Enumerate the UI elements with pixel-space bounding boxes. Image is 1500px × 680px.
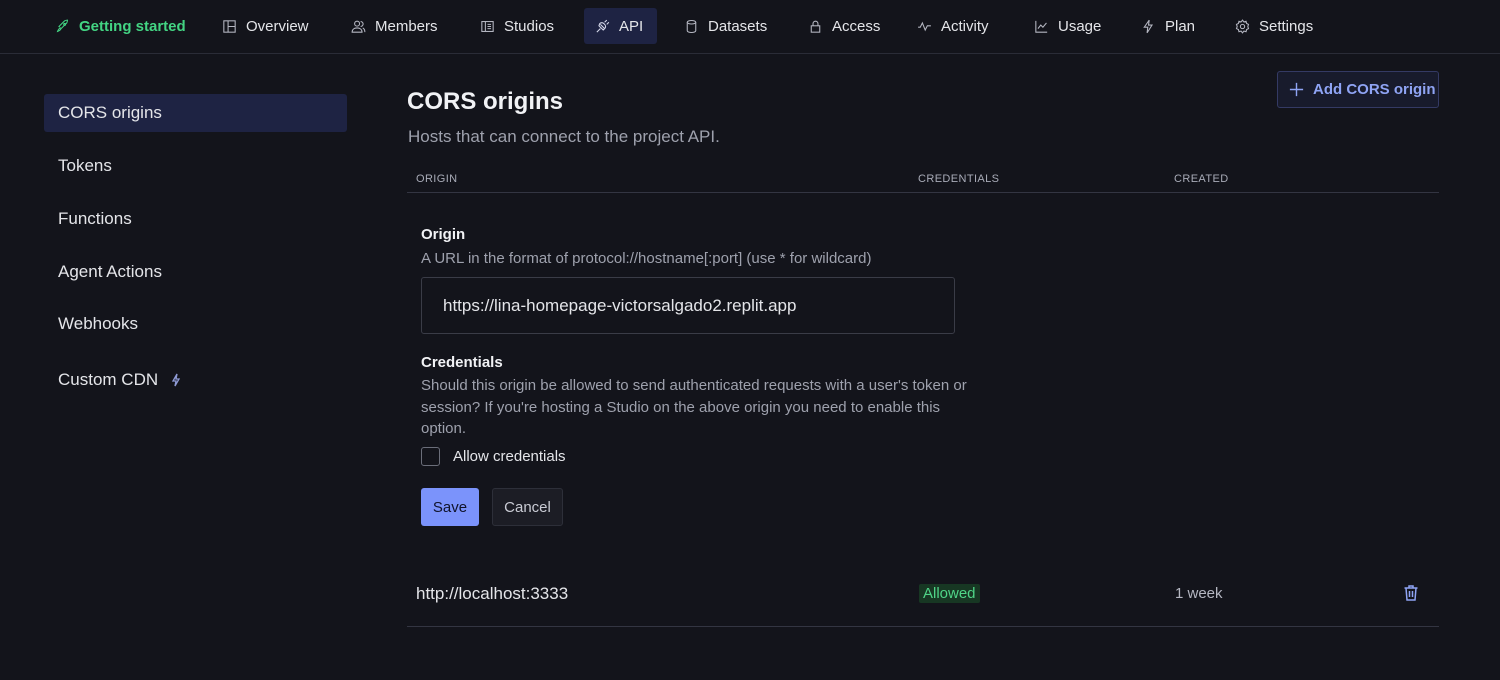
nav-label: Datasets: [708, 17, 768, 35]
plug-icon: [596, 19, 610, 33]
sidebar-item-tokens[interactable]: Tokens: [44, 147, 347, 185]
row-origin: http://localhost:3333: [416, 584, 569, 603]
dashboard-icon: [223, 19, 236, 33]
chart-icon: [1035, 20, 1048, 33]
plus-icon: [1289, 82, 1304, 97]
page-title: CORS origins: [407, 88, 564, 115]
row-created: 1 week: [1175, 585, 1223, 602]
nav-label: Getting started: [79, 17, 186, 35]
nav-label: Settings: [1259, 17, 1314, 35]
sidebar-item-functions[interactable]: Functions: [44, 200, 347, 238]
sidebar-item-label: Agent Actions: [58, 262, 162, 281]
rocket-icon: [56, 19, 68, 32]
sidebar-item-label: CORS origins: [58, 103, 162, 122]
credentials-description-line-2: session? If you're hosting a Studio on t…: [421, 399, 941, 416]
allow-credentials-checkbox[interactable]: [421, 447, 440, 466]
activity-icon: [918, 21, 931, 31]
delete-origin-button[interactable]: [1401, 583, 1421, 603]
nav-access[interactable]: Access: [797, 8, 890, 44]
credentials-description-line-1: Should this origin be allowed to send au…: [421, 377, 967, 394]
page-subtitle: Hosts that can connect to the project AP…: [408, 127, 720, 146]
cancel-button[interactable]: Cancel: [492, 488, 563, 526]
trash-icon: [1404, 585, 1418, 601]
sidebar-item-label: Webhooks: [58, 314, 139, 333]
nav-activity[interactable]: Activity: [906, 8, 999, 44]
allow-credentials-label[interactable]: Allow credentials: [453, 448, 566, 465]
nav-datasets[interactable]: Datasets: [673, 8, 777, 44]
credentials-description-line-3: option.: [421, 420, 467, 437]
sidebar-item-custom-cdn[interactable]: Custom CDN: [44, 361, 347, 399]
lock-icon: [810, 20, 821, 33]
bolt-icon: [172, 373, 181, 387]
nav-usage[interactable]: Usage: [1023, 8, 1111, 44]
column-credentials: CREDENTIALS: [918, 173, 1000, 185]
nav-label: Activity: [941, 17, 989, 35]
sidebar-item-webhooks[interactable]: Webhooks: [44, 305, 347, 343]
column-origin: ORIGIN: [416, 173, 458, 185]
top-nav: Getting started Overview Members Studios…: [0, 0, 1500, 54]
nav-label: Studios: [504, 17, 555, 35]
nav-studios[interactable]: Studios: [469, 8, 564, 44]
database-icon: [686, 19, 697, 33]
table-header: ORIGIN CREDENTIALS CREATED: [407, 164, 1439, 193]
bolt-icon: [1143, 19, 1154, 33]
table-row: http://localhost:3333 Allowed 1 week: [407, 562, 1439, 627]
users-icon: [351, 20, 366, 33]
nav-label: Overview: [246, 17, 309, 35]
nav-getting-started[interactable]: Getting started: [44, 8, 196, 44]
save-button[interactable]: Save: [421, 488, 479, 526]
sidebar-item-label: Functions: [58, 209, 132, 228]
nav-label: Members: [375, 17, 438, 35]
nav-label: API: [619, 17, 644, 35]
nav-plan[interactable]: Plan: [1130, 8, 1205, 44]
origin-label: Origin: [421, 226, 466, 243]
nav-label: Usage: [1058, 17, 1102, 35]
origin-input[interactable]: [421, 277, 955, 334]
credentials-badge: Allowed: [919, 584, 980, 603]
nav-members[interactable]: Members: [340, 8, 448, 44]
column-created: CREATED: [1174, 173, 1229, 185]
sidebar-item-label: Custom CDN: [58, 370, 159, 389]
sidebar-item-agent-actions[interactable]: Agent Actions: [44, 253, 347, 291]
nav-settings[interactable]: Settings: [1224, 8, 1323, 44]
nav-overview[interactable]: Overview: [211, 8, 319, 44]
sidebar-item-label: Tokens: [58, 156, 112, 175]
add-cors-origin-button[interactable]: Add CORS origin: [1277, 71, 1439, 108]
studio-icon: [481, 20, 494, 32]
nav-label: Plan: [1165, 17, 1196, 35]
nav-api[interactable]: API: [584, 8, 657, 44]
nav-label: Access: [832, 17, 881, 35]
credentials-label: Credentials: [421, 354, 503, 371]
origin-description: A URL in the format of protocol://hostna…: [421, 250, 872, 267]
add-button-label: Add CORS origin: [1313, 81, 1436, 98]
sidebar-item-cors-origins[interactable]: CORS origins: [44, 94, 347, 132]
gear-icon: [1235, 18, 1250, 34]
